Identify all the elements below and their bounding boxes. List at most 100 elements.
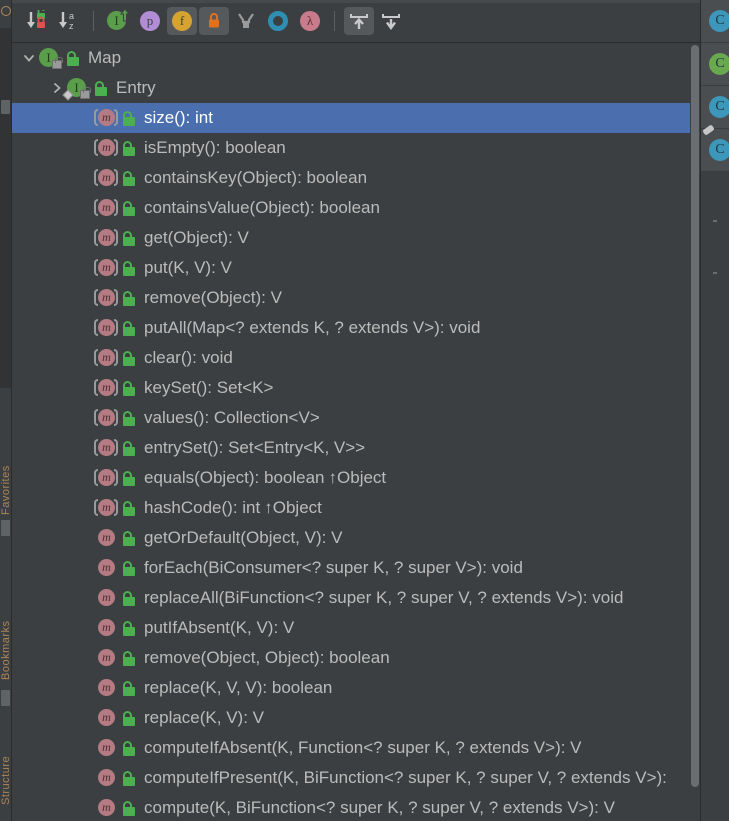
tree-node-label: getOrDefault(Object, V): V — [144, 528, 343, 547]
tree-node-label: entrySet(): Set<Entry<K, V>> — [144, 438, 366, 457]
tree-node-containsvalue[interactable]: m containsValue(Object): boolean — [12, 193, 700, 223]
right-tool-4[interactable]: C — [701, 124, 729, 172]
show-properties-button[interactable]: p — [135, 7, 165, 35]
show-inherited-button[interactable]: I — [103, 7, 133, 35]
collapse-all-button[interactable] — [376, 7, 406, 35]
tree-indent-spacer — [76, 613, 94, 643]
tree-node-computeifabsent[interactable]: m computeIfAbsent(K, Function<? super K, … — [12, 733, 700, 763]
method-icon: m — [94, 738, 118, 758]
tree-node-putifabsent[interactable]: m putIfAbsent(K, V): V — [12, 613, 700, 643]
abstract-method-icon: m — [94, 468, 118, 488]
tree-node-entryset[interactable]: m entrySet(): Set<Entry<K, V>> — [12, 433, 700, 463]
expand-all-button[interactable] — [344, 7, 374, 35]
tree-node-compute[interactable]: m compute(K, BiFunction<? super K, ? supe… — [12, 793, 700, 821]
toolbar-separator-1 — [93, 11, 94, 31]
tree-node-label: computeIfAbsent(K, Function<? super K, ?… — [144, 738, 582, 757]
tree-node-label: replace(K, V, V): boolean — [144, 678, 333, 697]
public-padlock-icon — [90, 80, 112, 96]
tree-node-label: putIfAbsent(K, V): V — [144, 618, 295, 637]
show-non-public-button[interactable] — [199, 7, 229, 35]
abstract-method-icon: m — [94, 438, 118, 458]
interface-inner-icon: I — [62, 78, 91, 101]
tree-node-clear[interactable]: m clear(): void — [12, 343, 700, 373]
tree-node-hashcode[interactable]: m hashCode(): int ↑Object — [12, 493, 700, 523]
left-strip-handle-2[interactable] — [1, 520, 10, 536]
property-p-icon: p — [140, 11, 160, 31]
chevron-right-icon[interactable] — [48, 73, 66, 103]
tree-node-label: replace(K, V): V — [144, 708, 264, 727]
tree-indent-spacer — [76, 583, 94, 613]
show-interfaces-button[interactable] — [263, 7, 293, 35]
public-padlock-icon — [118, 230, 140, 246]
tree-node-computeifpresent[interactable]: m computeIfPresent(K, BiFunction<? super … — [12, 763, 700, 793]
tree-node-label: compute(K, BiFunction<? super K, ? super… — [144, 798, 615, 817]
tree-node-get[interactable]: m get(Object): V — [12, 223, 700, 253]
tree-node-replace3[interactable]: m replace(K, V, V): boolean — [12, 673, 700, 703]
tree-node-values[interactable]: m values(): Collection<V> — [12, 403, 700, 433]
inherited-from-label: ↑Object — [328, 468, 387, 487]
tree-node-equals[interactable]: m equals(Object): boolean ↑Object — [12, 463, 700, 493]
tree-node-label: computeIfPresent(K, BiFunction<? super K… — [144, 768, 667, 787]
sort-alphabetically-button[interactable]: a z — [54, 7, 84, 35]
tree-node-label: Entry — [116, 78, 156, 97]
right-tool-2[interactable]: C — [701, 43, 729, 86]
tree-node-putall[interactable]: m putAll(Map<? extends K, ? extends V>): … — [12, 313, 700, 343]
public-padlock-icon — [118, 410, 140, 426]
svg-text:a: a — [69, 11, 74, 21]
right-tool-strip: CCCC — [700, 0, 729, 821]
tree-indent-spacer — [76, 763, 94, 793]
tree-node-remove2[interactable]: m remove(Object, Object): boolean — [12, 643, 700, 673]
vertical-scrollbar-thumb[interactable] — [691, 45, 699, 787]
left-strip-label-structure[interactable]: Structure — [0, 705, 11, 805]
tree-node-put[interactable]: m put(K, V): V — [12, 253, 700, 283]
vertical-scrollbar-track[interactable] — [690, 43, 700, 821]
public-padlock-icon — [118, 110, 140, 126]
tree-indent-spacer — [76, 463, 94, 493]
tree-node-foreach[interactable]: m forEach(BiConsumer<? super K, ? super V… — [12, 553, 700, 583]
abstract-method-icon: m — [94, 288, 118, 308]
tree-node-size[interactable]: m size(): int — [12, 103, 700, 133]
tree-indent-spacer — [76, 313, 94, 343]
tree-node-remove[interactable]: m remove(Object): V — [12, 283, 700, 313]
method-icon: m — [94, 798, 118, 818]
tree-indent-spacer — [76, 283, 94, 313]
tree-node-label: isEmpty(): boolean — [144, 138, 286, 157]
show-anonymous-button[interactable] — [231, 7, 261, 35]
tree-node-replace2[interactable]: m replace(K, V): V — [12, 703, 700, 733]
left-strip-handle[interactable] — [1, 100, 10, 114]
tree-node-label: forEach(BiConsumer<? super K, ? super V>… — [144, 558, 523, 577]
left-strip-label-bookmarks[interactable]: Bookmarks — [0, 560, 11, 680]
svg-text:z: z — [69, 21, 74, 31]
public-padlock-icon — [118, 680, 140, 696]
tree-node-isempty[interactable]: m isEmpty(): boolean — [12, 133, 700, 163]
tree-node-entry[interactable]: I Entry — [12, 73, 700, 103]
public-padlock-icon — [118, 260, 140, 276]
right-tool-1[interactable]: C — [701, 0, 729, 43]
sort-by-visibility-button[interactable] — [22, 7, 52, 35]
abstract-method-icon: m — [94, 348, 118, 368]
tree-indent-spacer — [76, 433, 94, 463]
structure-tree[interactable]: I Map I Entry m size(): int m isEmpty(): boolea… — [12, 43, 700, 821]
structure-tool-window: Favorites Bookmarks Structure a z I p f … — [0, 0, 729, 821]
tree-indent-spacer — [76, 643, 94, 673]
right-tool-3[interactable]: C — [701, 86, 729, 129]
public-padlock-icon — [118, 710, 140, 726]
left-strip-handle-3[interactable] — [1, 690, 10, 706]
tree-indent-spacer — [76, 403, 94, 433]
tree-node-keyset[interactable]: m keySet(): Set<K> — [12, 373, 700, 403]
tree-node-map[interactable]: I Map — [12, 43, 700, 73]
tree-node-label: hashCode(): int — [144, 498, 261, 517]
blue-circle-clip-icon: C — [709, 139, 729, 161]
left-strip-label-favorites[interactable]: Favorites — [0, 395, 11, 515]
chevron-down-icon[interactable] — [20, 43, 38, 73]
show-fields-button[interactable]: f — [167, 7, 197, 35]
sort-down-lock-icon — [27, 10, 45, 28]
tree-indent-spacer — [76, 103, 94, 133]
tree-node-replaceall[interactable]: m replaceAll(BiFunction<? super K, ? supe… — [12, 583, 700, 613]
tree-node-getordefault[interactable]: m getOrDefault(Object, V): V — [12, 523, 700, 553]
show-lambdas-button[interactable]: λ — [295, 7, 325, 35]
public-padlock-icon — [118, 650, 140, 666]
collapse-all-icon — [382, 14, 400, 31]
tree-node-containskey[interactable]: m containsKey(Object): boolean — [12, 163, 700, 193]
method-icon: m — [94, 768, 118, 788]
